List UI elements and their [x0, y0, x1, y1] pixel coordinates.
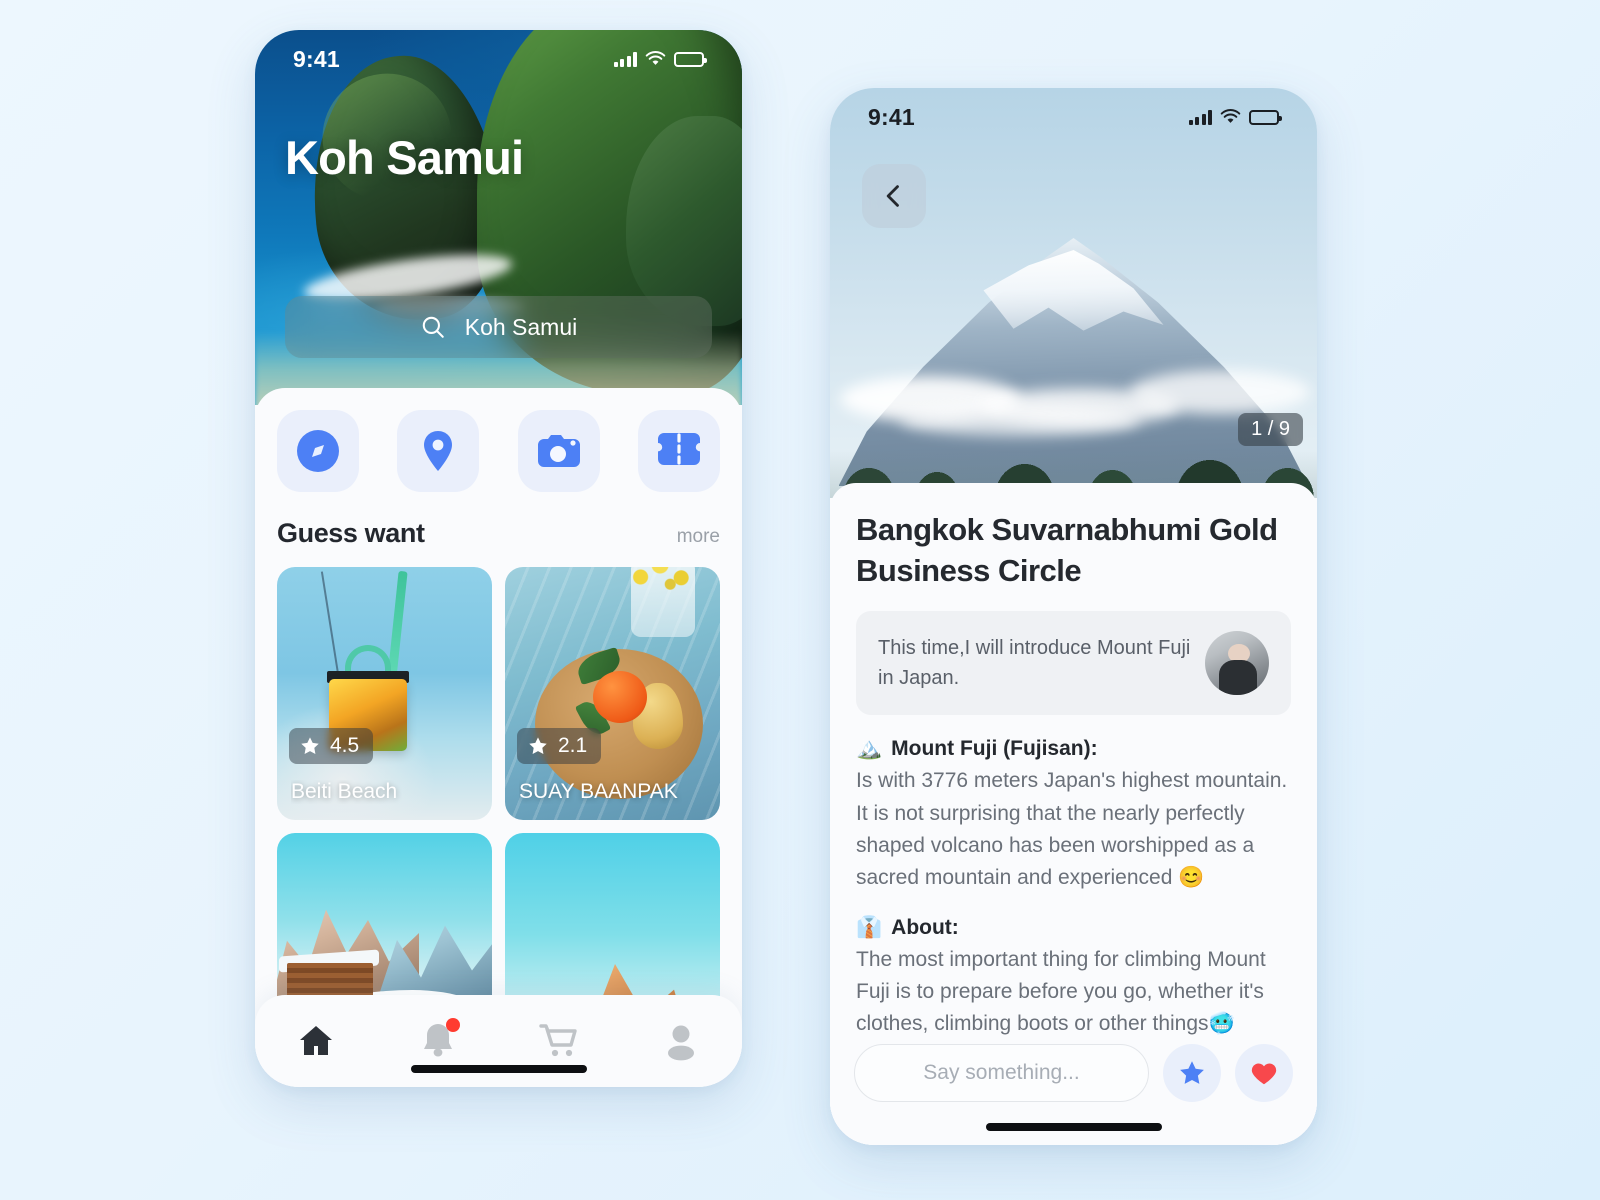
- like-button[interactable]: [1235, 1044, 1293, 1102]
- quick-actions-row: [255, 388, 742, 492]
- status-icons: [613, 51, 707, 67]
- rating-badge: 4.5: [289, 728, 374, 764]
- phone-left: 9:41 Koh Samui Koh Samui Guess want more…: [255, 30, 742, 1087]
- search-icon: [422, 316, 444, 338]
- quick-action-ticket[interactable]: [637, 410, 720, 492]
- say-something-placeholder: Say something...: [923, 1061, 1080, 1084]
- section-heading: 👔 About:: [856, 916, 1291, 940]
- wifi-icon: [1220, 109, 1241, 123]
- quick-action-location[interactable]: [397, 410, 480, 492]
- status-time: 9:41: [868, 103, 915, 130]
- ticket-icon: [657, 433, 700, 465]
- location-pin-icon: [424, 431, 453, 471]
- section-heading: 🏔️ Mount Fuji (Fujisan):: [856, 737, 1291, 761]
- section-body: Is with 3776 meters Japan's highest moun…: [856, 769, 1288, 889]
- cloud: [900, 406, 1140, 436]
- status-bar: 9:41: [255, 30, 742, 88]
- section-mount-fuji: 🏔️ Mount Fuji (Fujisan): Is with 3776 me…: [856, 737, 1291, 894]
- battery-icon: [1249, 109, 1282, 125]
- bottom-tab-bar: [255, 995, 742, 1087]
- page-title: Koh Samui: [285, 131, 524, 184]
- say-something-input[interactable]: Say something...: [854, 1044, 1149, 1102]
- search-value: Koh Samui: [464, 313, 578, 340]
- section-title: Guess want: [277, 518, 425, 548]
- section-body: The most important thing for climbing Mo…: [856, 947, 1266, 1036]
- rating-value: 4.5: [330, 734, 360, 757]
- favorite-button[interactable]: [1163, 1044, 1221, 1102]
- tab-notifications[interactable]: [402, 1014, 474, 1068]
- cellular-bars-icon: [613, 51, 637, 67]
- battery-icon: [674, 51, 707, 67]
- tab-home[interactable]: [280, 1014, 352, 1068]
- card-suay-baanpak[interactable]: 2.1 SUAY BAANPAK: [505, 567, 720, 820]
- cellular-bars-icon: [1188, 109, 1212, 125]
- orange: [593, 671, 647, 723]
- section-heading-text: Mount Fuji (Fujisan):: [891, 737, 1098, 761]
- heart-icon: [1251, 1063, 1277, 1085]
- rating-value: 2.1: [558, 734, 588, 757]
- notification-badge: [445, 1018, 460, 1032]
- section-about: 👔 About: The most important thing for cl…: [856, 916, 1291, 1040]
- quick-action-camera[interactable]: [517, 410, 600, 492]
- camera-icon: [537, 435, 580, 467]
- rating-badge: 2.1: [517, 728, 602, 764]
- home-content-sheet: Guess want more 4.5 Beiti Beach 2.1 SUAY…: [255, 388, 742, 1087]
- status-icons: [1188, 109, 1282, 125]
- person-icon: [668, 1025, 695, 1061]
- home-indicator: [410, 1065, 587, 1073]
- phone-right: 9:41 1 / 9 Bangkok Suvarnabhumi Gold Bus…: [830, 88, 1317, 1145]
- author-quote: This time,I will introduce Mount Fuji in…: [856, 611, 1291, 716]
- necktie-icon: 👔: [856, 915, 883, 939]
- star-icon: [1180, 1061, 1204, 1084]
- cart-icon: [539, 1024, 578, 1057]
- cloud: [1130, 370, 1310, 414]
- card-beiti-beach[interactable]: 4.5 Beiti Beach: [277, 567, 492, 820]
- tab-cart[interactable]: [523, 1014, 595, 1068]
- card-title: Beiti Beach: [291, 780, 398, 803]
- gallery-page-indicator: 1 / 9: [1238, 413, 1303, 446]
- hero-image: 9:41 Koh Samui Koh Samui: [255, 30, 742, 405]
- quick-action-compass[interactable]: [277, 410, 359, 492]
- wifi-icon: [645, 51, 666, 65]
- status-bar: 9:41: [830, 88, 1317, 146]
- status-time: 9:41: [293, 45, 340, 72]
- compass-icon: [297, 430, 339, 472]
- home-icon: [299, 1026, 332, 1055]
- more-link[interactable]: more: [677, 526, 720, 548]
- back-button[interactable]: [862, 164, 926, 228]
- chevron-left-icon: [886, 185, 899, 207]
- mountain-icon: 🏔️: [856, 737, 883, 761]
- search-input[interactable]: Koh Samui: [285, 296, 712, 358]
- section-heading-text: About:: [891, 915, 959, 939]
- detail-title: Bangkok Suvarnabhumi Gold Business Circl…: [856, 512, 1278, 589]
- card-title: SUAY BAANPAK: [519, 780, 678, 803]
- star-icon: [301, 737, 319, 754]
- detail-content-sheet: Bangkok Suvarnabhumi Gold Business Circl…: [830, 483, 1317, 1145]
- tab-profile[interactable]: [645, 1014, 717, 1068]
- mimosa-flowers: [625, 567, 703, 593]
- composer-bar: Say something...: [830, 1037, 1317, 1145]
- bag-cord: [320, 571, 340, 675]
- home-indicator: [985, 1123, 1162, 1131]
- avatar[interactable]: [1205, 631, 1269, 696]
- star-icon: [529, 737, 547, 754]
- section-header: Guess want more: [255, 492, 742, 549]
- detail-hero-image: 9:41 1 / 9: [830, 88, 1317, 498]
- quote-text: This time,I will introduce Mount Fuji in…: [878, 637, 1191, 690]
